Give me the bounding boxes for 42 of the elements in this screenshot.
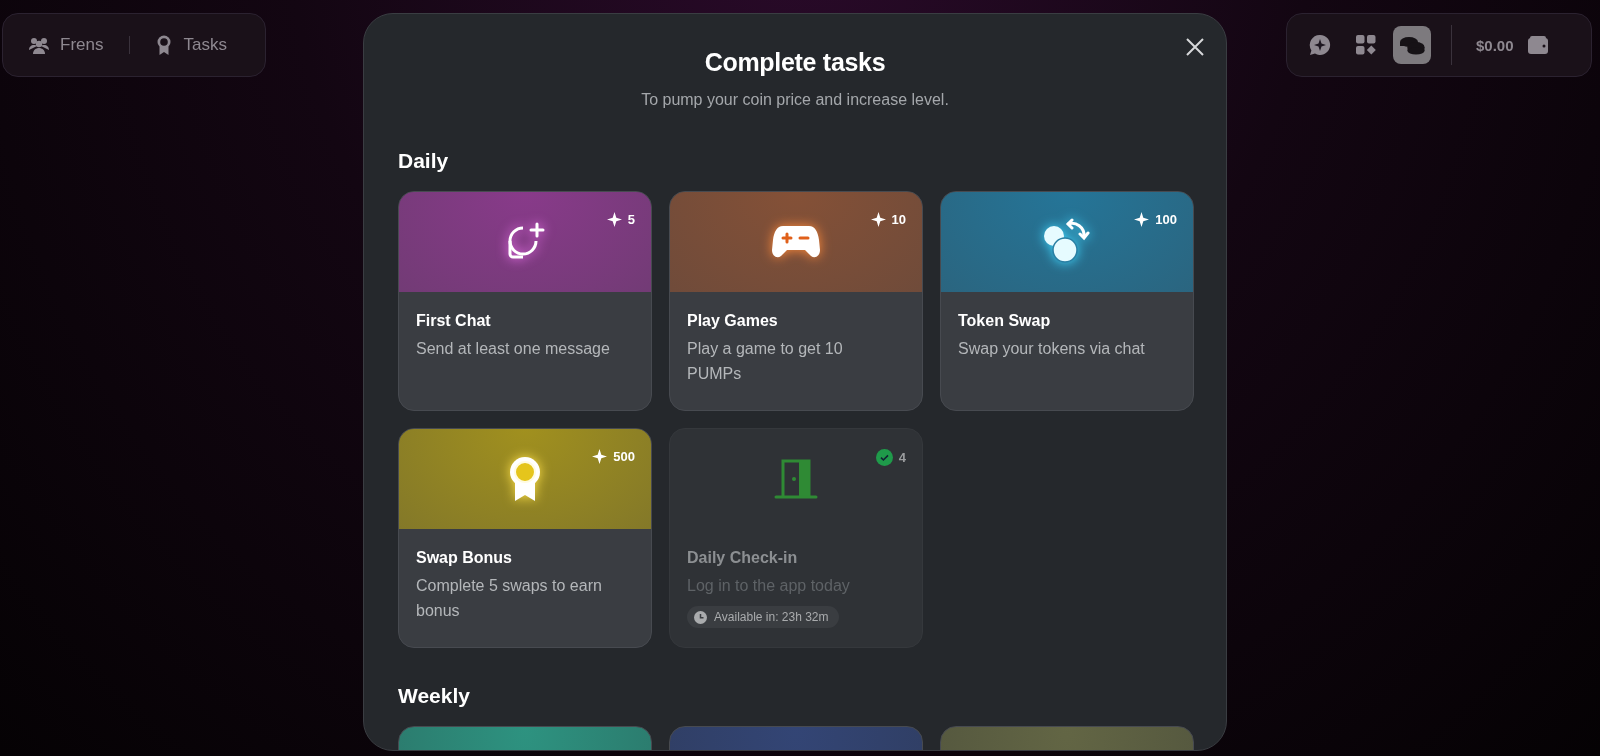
wallet-button[interactable]: $0.00: [1472, 32, 1554, 58]
toolbar-button[interactable]: [1393, 26, 1431, 64]
sparkle-icon: [870, 212, 886, 227]
reward-points: 500: [592, 449, 635, 464]
task-card[interactable]: 100 Token Swap Swap your tokens via chat: [940, 191, 1194, 411]
reward-points: 100: [1134, 212, 1177, 227]
nav-link[interactable]: Tasks: [156, 31, 227, 59]
dialog-title: Complete tasks: [703, 48, 887, 77]
section-heading: Daily: [398, 149, 450, 173]
availability-pill: Available in: 23h 32m: [687, 606, 839, 628]
task-card[interactable]: 5 First Chat Send at least one message: [398, 191, 652, 411]
chat-sparkle-icon: [1309, 34, 1331, 56]
coin-swap-icon: [1042, 218, 1092, 266]
check-icon: [875, 449, 893, 466]
apps-icon: [1356, 35, 1376, 55]
reward-points: 4: [875, 449, 906, 466]
close-icon: [1186, 38, 1204, 56]
task-title: Token Swap: [958, 312, 1051, 330]
task-title: Play Games: [687, 312, 778, 330]
people-icon: [29, 36, 49, 54]
sparkle-icon: [606, 212, 622, 227]
sparkle-icon: [592, 449, 608, 464]
reward-points: 10: [870, 212, 906, 227]
task-description: Send at least one message: [416, 339, 610, 359]
medal-icon: [507, 455, 543, 503]
sparkle-icon: [1134, 212, 1150, 227]
task-title: First Chat: [416, 312, 491, 330]
wallet-icon: [1527, 36, 1550, 54]
task-title: Daily Check-in: [687, 549, 798, 567]
task-description: Swap your tokens via chat: [958, 339, 1145, 359]
clock-icon: [694, 610, 707, 624]
task-description: Play a game to get 10 PUMPs: [687, 339, 844, 384]
reward-points: 5: [606, 212, 635, 227]
section-heading: Weekly: [398, 684, 471, 708]
task-card[interactable]: 10 Play Games Play a game to get 10 PUMPs: [669, 191, 923, 411]
task-title: Swap Bonus: [416, 549, 512, 567]
task-card[interactable]: 500 Swap Bonus Complete 5 swaps to earn bonus: [398, 428, 652, 648]
door-icon: [774, 458, 818, 500]
task-description: Complete 5 swaps to earn bonus: [416, 576, 603, 621]
dialog-subtitle: To pump your coin price and increase level.: [640, 91, 950, 109]
medal-icon: [156, 35, 173, 55]
nav-link[interactable]: Frens: [29, 31, 104, 59]
